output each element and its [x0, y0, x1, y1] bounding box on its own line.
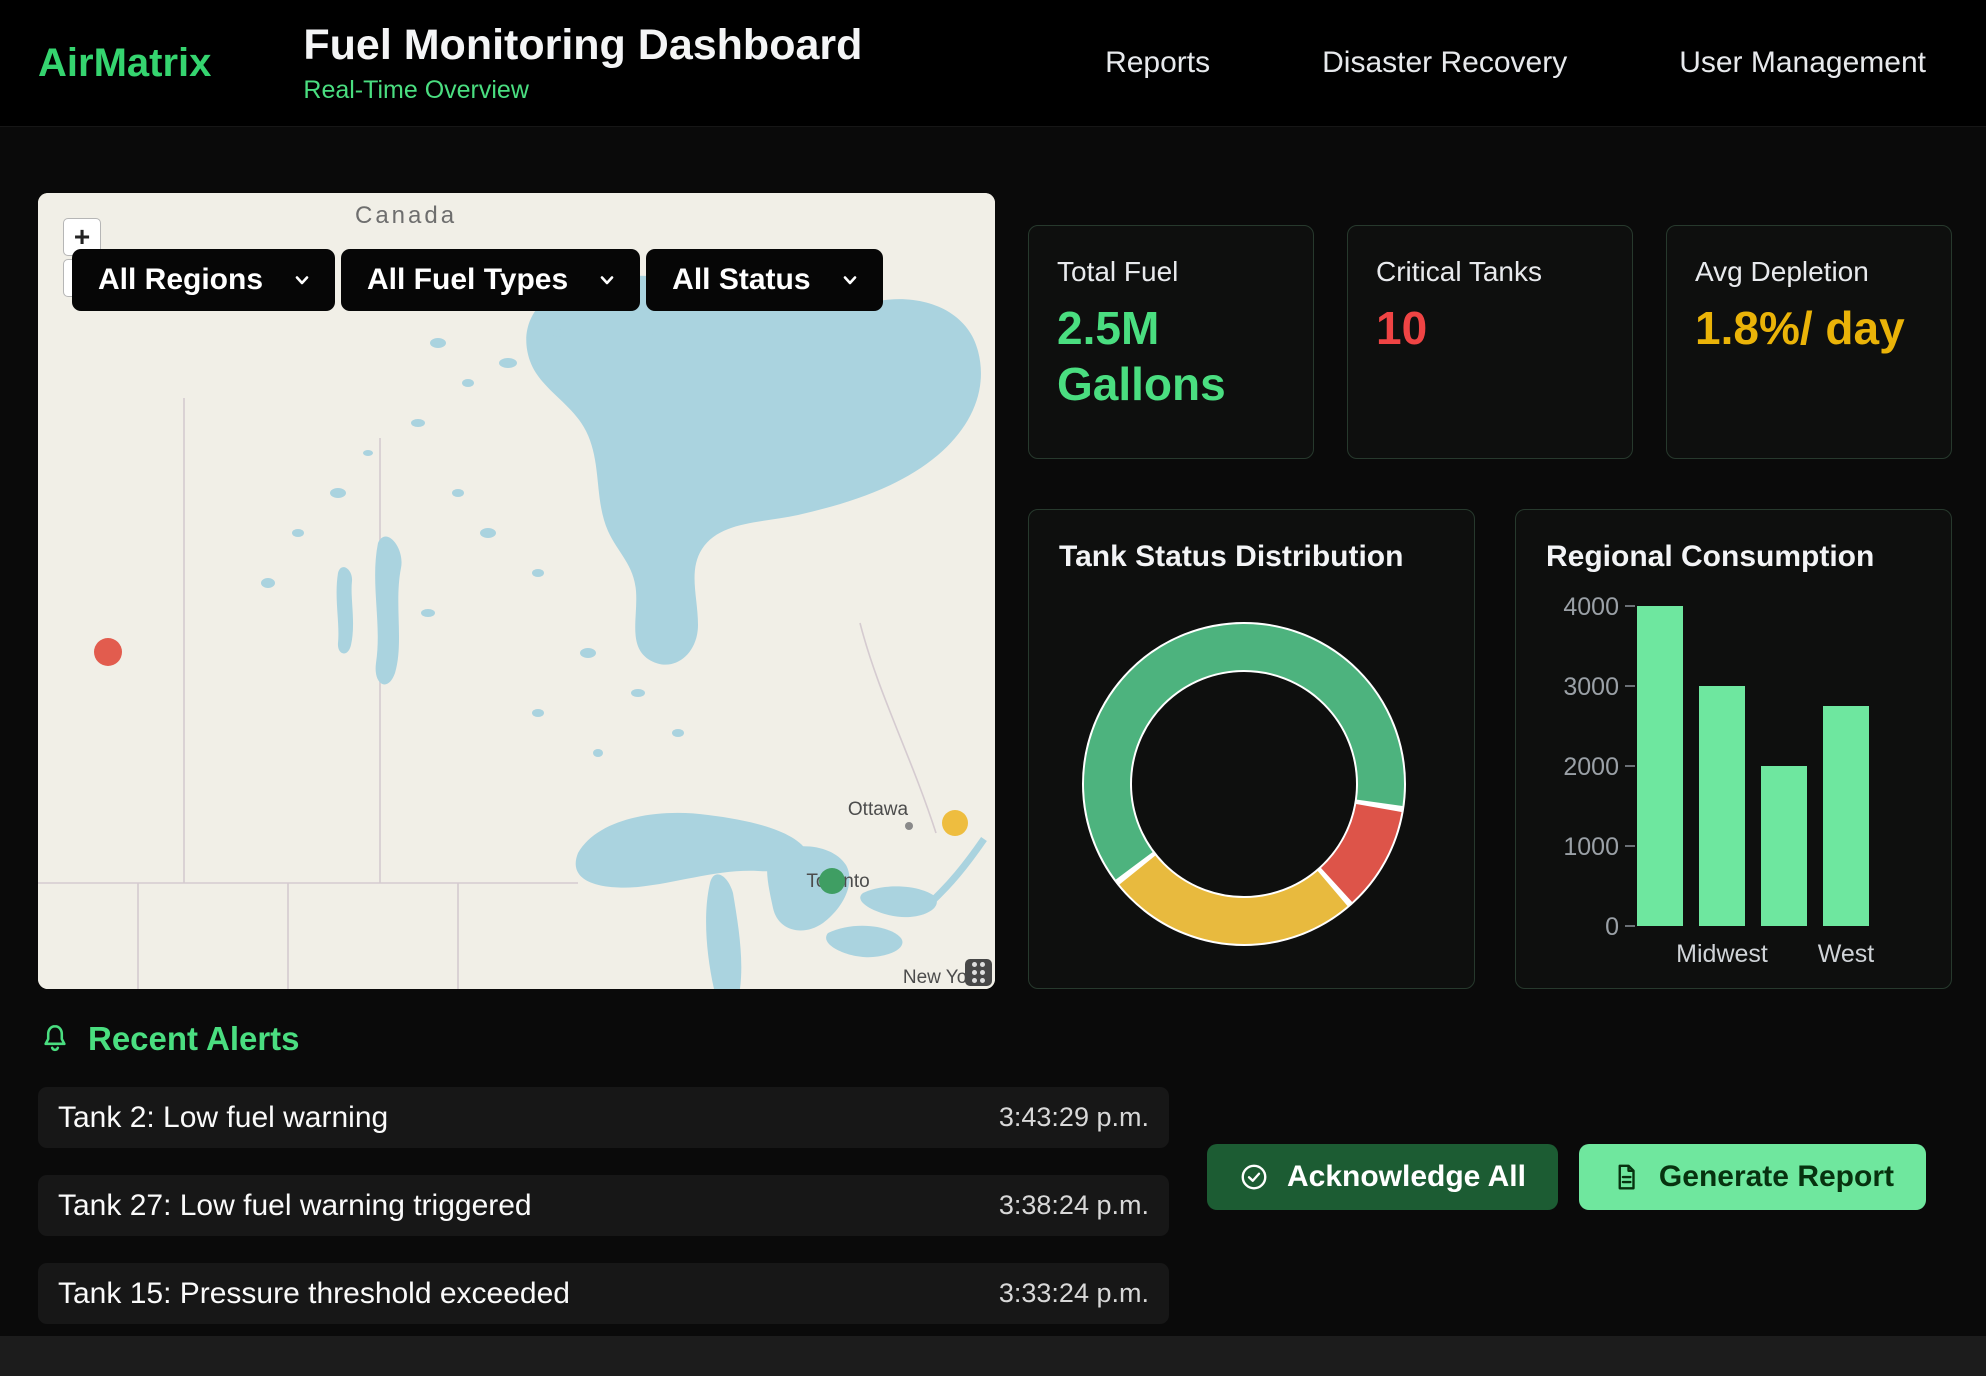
regional-consumption-chart-card: Regional Consumption 0 1000 2000 3000 4000 Mi…	[1515, 509, 1952, 989]
header: AirMatrix Fuel Monitoring Dashboard Real…	[0, 0, 1986, 127]
status-filter-dropdown[interactable]: All Status	[646, 249, 882, 311]
y-tick-label: 1000	[1563, 833, 1619, 861]
nav-disaster-recovery[interactable]: Disaster Recovery	[1322, 46, 1567, 80]
y-tick-label: 3000	[1563, 673, 1619, 701]
title-block: Fuel Monitoring Dashboard Real-Time Over…	[303, 21, 862, 105]
regional-consumption-bar-chart: 0 1000 2000 3000 4000 Midwest West	[1541, 580, 1921, 994]
chevron-down-icon	[596, 269, 618, 291]
page-title: Fuel Monitoring Dashboard	[303, 21, 862, 70]
stat-card-total-fuel: Total Fuel 2.5M Gallons	[1028, 225, 1314, 459]
donut-segment-warning[interactable]	[1119, 856, 1347, 944]
y-tick-label: 0	[1605, 913, 1619, 941]
alert-row[interactable]: Tank 2: Low fuel warning 3:43:29 p.m.	[38, 1087, 1169, 1148]
stat-value: 10	[1376, 300, 1604, 356]
map-panel[interactable]: Canada Ottawa Toronto New York + − All R…	[38, 193, 995, 989]
alert-time: 3:33:24 p.m.	[999, 1278, 1149, 1309]
stat-card-avg-depletion: Avg Depletion 1.8%/ day	[1666, 225, 1952, 459]
chevron-down-icon	[291, 269, 313, 291]
alert-actions: Acknowledge All Generate Report	[1207, 1144, 1926, 1324]
map-label-ottawa: Ottawa	[848, 799, 909, 820]
acknowledge-all-button[interactable]: Acknowledge All	[1207, 1144, 1558, 1210]
stat-label: Critical Tanks	[1376, 256, 1604, 288]
alert-time: 3:43:29 p.m.	[999, 1102, 1149, 1133]
y-tick-label: 4000	[1563, 593, 1619, 621]
check-circle-icon	[1239, 1162, 1269, 1192]
bar-region-3[interactable]	[1761, 766, 1807, 926]
bottom-strip	[0, 1336, 1986, 1376]
bell-icon	[38, 1022, 72, 1056]
stat-value: 2.5M Gallons	[1057, 300, 1285, 412]
alerts-title: Recent Alerts	[88, 1020, 300, 1058]
alert-message: Tank 2: Low fuel warning	[58, 1101, 388, 1135]
nav-user-management[interactable]: User Management	[1679, 46, 1926, 80]
nav-reports[interactable]: Reports	[1105, 46, 1210, 80]
map-filter-bar: All Regions All Fuel Types All Status	[72, 249, 883, 311]
charts-row: Tank Status Distribution Regional Consum…	[1028, 509, 1952, 989]
alerts-section: Recent Alerts Tank 2: Low fuel warning 3…	[0, 989, 1986, 1324]
stat-label: Total Fuel	[1057, 256, 1285, 288]
page-subtitle: Real-Time Overview	[303, 76, 862, 105]
alerts-body: Tank 2: Low fuel warning 3:43:29 p.m. Ta…	[38, 1087, 1926, 1324]
tank-status-donut-chart	[1044, 580, 1444, 980]
generate-report-label: Generate Report	[1659, 1160, 1894, 1194]
region-filter-dropdown[interactable]: All Regions	[72, 249, 335, 311]
bar-west[interactable]	[1823, 706, 1869, 926]
x-tick-label: West	[1818, 940, 1875, 968]
brand-logo[interactable]: AirMatrix	[38, 41, 211, 86]
document-icon	[1611, 1162, 1641, 1192]
status-filter-label: All Status	[672, 263, 810, 297]
right-column: Total Fuel 2.5M Gallons Critical Tanks 1…	[1028, 193, 1952, 989]
alert-message: Tank 27: Low fuel warning triggered	[58, 1189, 532, 1223]
map-marker-warning[interactable]	[942, 810, 968, 836]
main-nav: Reports Disaster Recovery User Managemen…	[1105, 46, 1926, 80]
alerts-list: Tank 2: Low fuel warning 3:43:29 p.m. Ta…	[38, 1087, 1169, 1324]
chart-title: Tank Status Distribution	[1059, 540, 1444, 574]
ottawa-city-dot	[905, 822, 913, 830]
alert-row[interactable]: Tank 15: Pressure threshold exceeded 3:3…	[38, 1263, 1169, 1324]
bar-midwest[interactable]	[1699, 686, 1745, 926]
chart-title: Regional Consumption	[1546, 540, 1921, 574]
map-canvas: Canada Ottawa Toronto New York	[38, 193, 995, 989]
x-tick-label: Midwest	[1676, 940, 1768, 968]
stat-card-critical-tanks: Critical Tanks 10	[1347, 225, 1633, 459]
map-marker-critical[interactable]	[94, 638, 122, 666]
fuel-type-filter-dropdown[interactable]: All Fuel Types	[341, 249, 640, 311]
main-content: Canada Ottawa Toronto New York + − All R…	[0, 127, 1986, 989]
alert-time: 3:38:24 p.m.	[999, 1190, 1149, 1221]
y-tick-label: 2000	[1563, 753, 1619, 781]
chevron-down-icon	[839, 269, 861, 291]
fuel-type-filter-label: All Fuel Types	[367, 263, 568, 297]
map-marker-normal[interactable]	[819, 868, 845, 894]
alerts-header: Recent Alerts	[38, 1017, 1926, 1061]
alert-message: Tank 15: Pressure threshold exceeded	[58, 1277, 570, 1311]
acknowledge-all-label: Acknowledge All	[1287, 1160, 1526, 1194]
region-filter-label: All Regions	[98, 263, 263, 297]
stats-row: Total Fuel 2.5M Gallons Critical Tanks 1…	[1028, 225, 1952, 459]
alert-row[interactable]: Tank 27: Low fuel warning triggered 3:38…	[38, 1175, 1169, 1236]
bar-region-1[interactable]	[1637, 606, 1683, 926]
map-label-canada: Canada	[355, 202, 457, 229]
generate-report-button[interactable]: Generate Report	[1579, 1144, 1926, 1210]
stat-value: 1.8%/ day	[1695, 300, 1923, 356]
tank-status-chart-card: Tank Status Distribution	[1028, 509, 1475, 989]
stat-label: Avg Depletion	[1695, 256, 1923, 288]
map-resize-handle[interactable]	[965, 959, 992, 986]
